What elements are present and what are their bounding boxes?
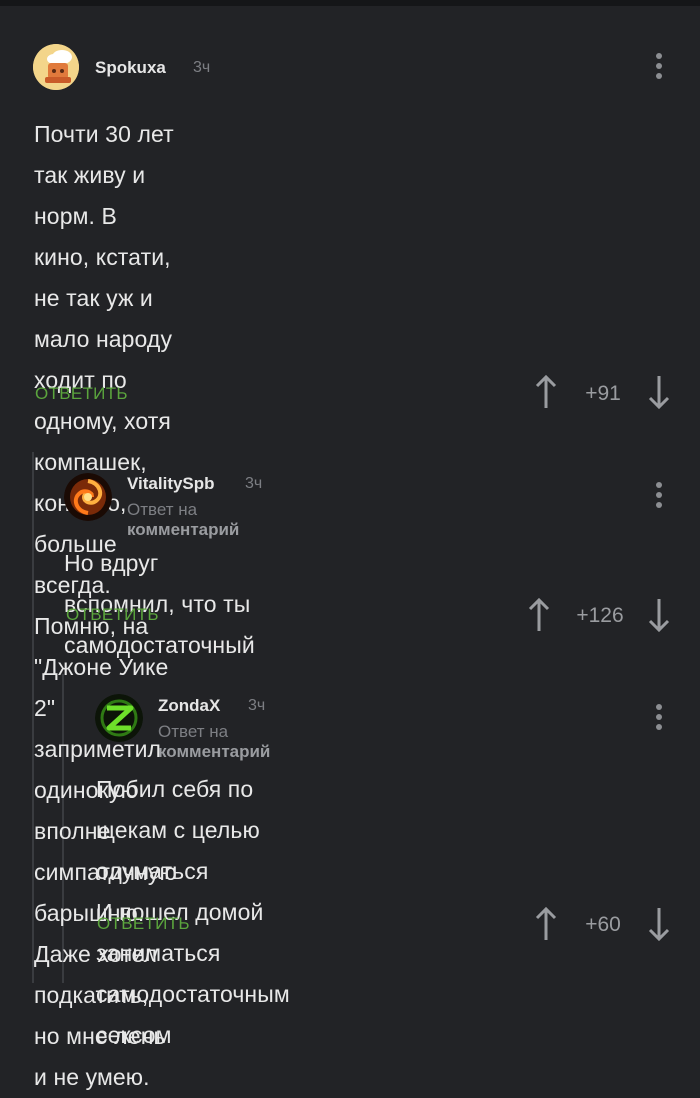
chef-avatar-icon[interactable] <box>33 44 79 90</box>
reply-to-prefix: Ответ на <box>127 500 198 519</box>
comment-time: 3ч <box>193 59 211 76</box>
reply-button[interactable]: ОТВЕТИТЬ <box>35 384 128 404</box>
comment-text-line: Побил себя по щекам с целью одуматься <box>96 776 260 884</box>
reply-button[interactable]: ОТВЕТИТЬ <box>97 914 190 934</box>
downvote-arrow-icon[interactable] <box>648 598 670 637</box>
comment-rating: +126 <box>576 604 624 627</box>
comment-rating: +91 <box>585 382 621 405</box>
reply-to-link[interactable]: Ответ на комментарий <box>127 500 239 540</box>
comment-text-line: не так уж и мало народу ходит по одному,… <box>34 285 173 434</box>
green-z-avatar-icon[interactable] <box>95 694 143 742</box>
downvote-arrow-icon[interactable] <box>648 907 670 946</box>
reply-to-link[interactable]: Ответ на комментарий <box>158 722 270 762</box>
downvote-arrow-icon[interactable] <box>648 375 670 414</box>
reply-to-prefix: Ответ на <box>158 722 229 741</box>
top-bar <box>0 0 700 6</box>
comment-text-line: самодостаточным сексом <box>96 981 290 1048</box>
upvote-arrow-icon[interactable] <box>528 597 550 637</box>
fire-swirl-avatar-icon[interactable] <box>64 473 112 521</box>
comment-text: Побил себя по щекам с целью одуматься И … <box>96 769 290 1056</box>
upvote-arrow-icon[interactable] <box>535 374 557 414</box>
comment-time: 3ч <box>245 475 263 492</box>
more-options-icon[interactable] <box>654 704 664 734</box>
upvote-arrow-icon[interactable] <box>535 906 557 946</box>
more-options-icon[interactable] <box>654 53 664 83</box>
more-options-icon[interactable] <box>654 482 664 512</box>
comment-rating: +60 <box>585 913 621 936</box>
reply-to-target[interactable]: комментарий <box>127 520 239 539</box>
comment-text-line: Почти 30 лет так живу и норм. В кино, кс… <box>34 121 174 270</box>
comment-time: 3ч <box>248 697 266 714</box>
reply-to-target[interactable]: комментарий <box>158 742 270 761</box>
comment-author[interactable]: Spokuxa <box>95 58 166 78</box>
reply-button[interactable]: ОТВЕТИТЬ <box>66 605 159 625</box>
comment-author[interactable]: VitalitySpb <box>127 474 215 494</box>
comment-author[interactable]: ZondaX <box>158 696 220 716</box>
